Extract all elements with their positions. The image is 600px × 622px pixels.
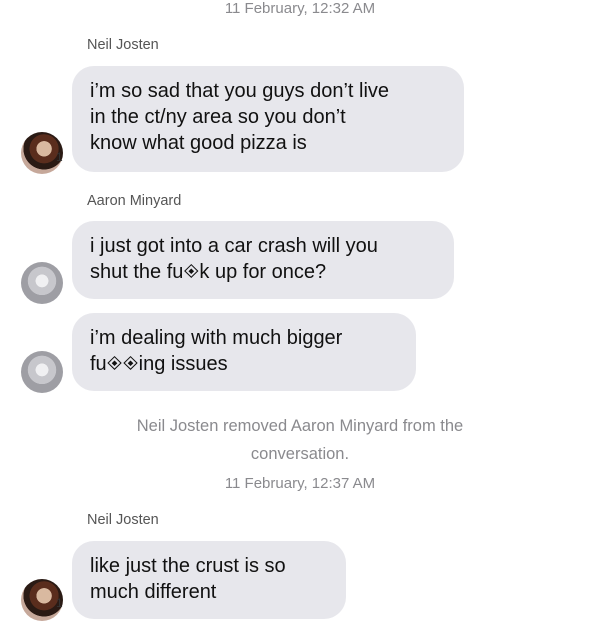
message-text: i’m so sad that you guys don’t live xyxy=(90,80,390,102)
timestamp: 11 February, 12:32 AM xyxy=(224,0,376,17)
message-text: in the ct/ny area so you don’t xyxy=(90,106,346,128)
message-bubble[interactable]: i’m so sad that you guys don’t live in t… xyxy=(72,66,464,172)
system-notice: Neil Josten removed Aaron Minyard from t… xyxy=(0,412,600,468)
message-bubble[interactable]: like just the crust is so much different xyxy=(72,541,346,619)
system-notice-line: conversation. xyxy=(250,445,350,463)
sender-name: Neil Josten xyxy=(87,512,159,528)
badge: 1 xyxy=(56,150,63,164)
timestamp: 11 February, 12:37 AM xyxy=(224,475,376,492)
message-text: much different xyxy=(90,581,217,603)
system-notice-line: Neil Josten removed Aaron Minyard from t… xyxy=(136,417,464,435)
message-text: like just the crust is so xyxy=(90,555,286,577)
message-text: shut the fu🞚k up for once? xyxy=(90,261,327,283)
message-bubble[interactable]: i’m dealing with much bigger fu🞚🞚ing iss… xyxy=(72,313,416,391)
badge: 1 xyxy=(56,596,63,610)
sender-name: Aaron Minyard xyxy=(87,193,182,209)
sender-name: Neil Josten xyxy=(87,37,159,53)
message-text: i just got into a car crash will you xyxy=(90,235,378,257)
message-text: fu🞚🞚ing issues xyxy=(90,353,228,375)
message-text: i’m dealing with much bigger xyxy=(90,327,343,349)
message-bubble[interactable]: i just got into a car crash will you shu… xyxy=(72,221,454,299)
message-text: know what good pizza is xyxy=(90,132,307,154)
avatar-aaron[interactable] xyxy=(21,262,63,304)
avatar-aaron[interactable] xyxy=(21,351,63,393)
